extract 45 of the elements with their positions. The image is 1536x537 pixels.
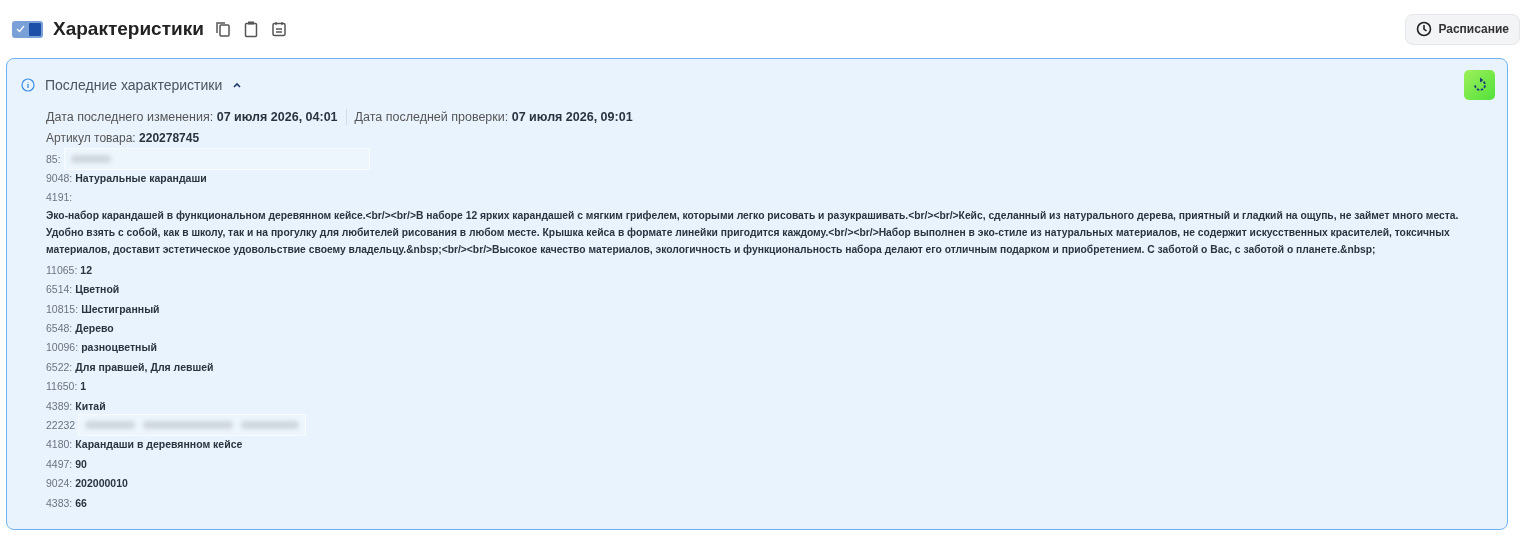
toggle-switch[interactable]	[12, 20, 43, 38]
field-label: 4383:	[46, 496, 73, 509]
field-label: 6514:	[46, 283, 73, 296]
date-info: Дата последнего изменения: 07 июля 2026, 04:01	[46, 110, 338, 124]
field-label: 9048:	[46, 172, 73, 185]
field-label: 4191:	[46, 191, 73, 204]
field-label: 85:	[46, 152, 61, 165]
field-label: 4497:	[46, 457, 73, 470]
article-info: Артикул товара: 220278745	[46, 131, 200, 145]
clock-icon	[1416, 21, 1433, 37]
schedule-button[interactable]: Расписание	[1405, 13, 1520, 45]
field-label: 6548:	[46, 322, 73, 335]
caret-icon[interactable]	[232, 81, 243, 89]
field-label: 4389:	[46, 399, 73, 412]
description-text: Эко-набор карандашей в функциональном деревянном кейсе.<br/><br/>В наборе 12 ярких карандашей с мягким грифелем, которыми легко рисовать и разукрашивать.<br/><br/>Кейс, сделанный из натурального дерева, приятный и гладкий на ощупь, не займет много места. Удобно взять с собой, как в школу, так и на прогулку для любителей рисования в любом месте. Крышка кейса в формате линейки пригодится каждому.<br/><br/>Набор выполнен в эко-стиле из натуральных материалов, не содержит искусственных красителей, токсичных материалов, доставит эстетическое удовольствие своему владельцу.&nbsp;<br/><br/>Высокое качество материалов, экологичность и функциональность набора делают его отличным подарком и приобретением. С заботой о Вас, с заботой о планете.&nbsp;	[46, 209, 1460, 258]
field-label: 6522:	[46, 360, 73, 373]
field-label: 11065:	[46, 263, 78, 276]
page-title: Характеристики	[53, 18, 204, 40]
field-value: разноцветный	[81, 341, 157, 354]
info-icon	[21, 78, 35, 92]
refresh-icon	[1471, 77, 1488, 93]
calendar-icon[interactable]	[269, 20, 288, 38]
field-value: 1	[80, 380, 87, 393]
field-value: Китай	[75, 399, 106, 412]
check-icon	[16, 25, 25, 33]
field-label: 11650:	[46, 380, 78, 393]
field-label: 10096:	[46, 341, 79, 354]
copy-icon[interactable]	[213, 20, 232, 38]
section-title[interactable]: Последние характеристики	[45, 77, 223, 93]
field-label: 4180:	[46, 438, 73, 451]
field-value: Шестигранный	[81, 302, 160, 315]
field-value: Карандаши в деревянном кейсе	[75, 438, 243, 451]
field-value: 12	[80, 263, 93, 276]
field-label: 22232	[46, 419, 76, 431]
field-value: Дерево	[75, 322, 114, 335]
field-value: 202000010	[75, 477, 128, 490]
field-value: Для правшей, Для левшей	[75, 360, 214, 373]
field-label: 9024:	[46, 477, 73, 490]
field-value: Натуральные карандаши	[75, 172, 207, 185]
field-label: 10815:	[46, 302, 79, 315]
refresh-button[interactable]	[1464, 70, 1495, 100]
date-info: Дата последней проверки: 07 июля 2026, 09:01	[354, 110, 633, 124]
field-value: Цветной	[75, 283, 120, 296]
field-value: 66	[75, 496, 87, 509]
field-value: 90	[75, 457, 87, 470]
